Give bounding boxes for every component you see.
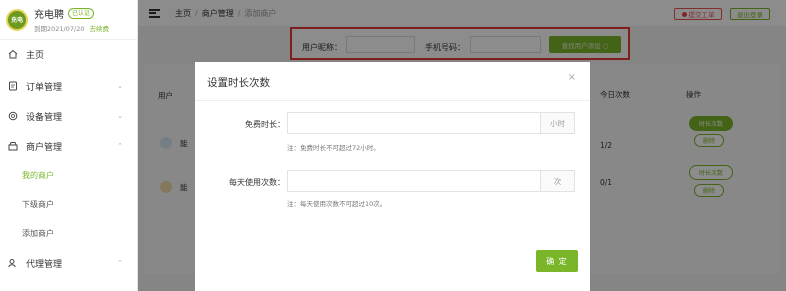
sidebar-item-agents[interactable]: 代理管理 ⌃ — [0, 248, 137, 278]
sidebar-item-label: 订单管理 — [26, 82, 63, 93]
brand-logo: 充电 — [6, 8, 28, 31]
unit-times: 次 — [540, 171, 574, 191]
sidebar-item-orders[interactable]: 订单管理 ⌄ — [0, 71, 137, 101]
sidebar-item-devices[interactable]: 设备管理 ⌄ — [0, 101, 137, 131]
free-duration-input[interactable]: 小时 — [287, 112, 575, 134]
set-duration-count-dialog: 设置时长次数 × 免费时长： 小时 注：免费时长不可超过72小时。 每天使用次数… — [195, 62, 590, 291]
chevron-down-icon: ⌄ — [117, 112, 123, 120]
chevron-up-icon: ⌃ — [117, 142, 123, 150]
dialog-title: 设置时长次数 — [207, 77, 270, 89]
brand-header: 充电 充电聘 已认证 到期2021/07/20 去续费 — [0, 0, 137, 40]
sidebar: 充电 充电聘 已认证 到期2021/07/20 去续费 主页 订单管理 ⌄ 设备… — [0, 0, 138, 291]
sidebar-subitem-sub-merchants[interactable]: 下级商户 — [0, 190, 137, 219]
verified-badge: 已认证 — [68, 8, 95, 19]
daily-count-label: 每天使用次数： — [229, 178, 285, 187]
dialog-divider — [195, 100, 590, 101]
chevron-up-icon: ⌃ — [117, 259, 123, 267]
confirm-button[interactable]: 确 定 — [536, 250, 578, 272]
daily-count-note: 注：每天使用次数不可超过10次。 — [287, 200, 387, 208]
device-icon — [8, 111, 18, 121]
sidebar-item-label: 设备管理 — [26, 112, 63, 123]
expiry-date: 到期2021/07/20 — [34, 25, 85, 33]
close-icon[interactable]: × — [568, 72, 576, 83]
agent-icon — [8, 258, 18, 268]
free-duration-note: 注：免费时长不可超过72小时。 — [287, 144, 380, 152]
sidebar-item-label: 主页 — [26, 50, 45, 61]
chevron-down-icon: ⌄ — [117, 82, 123, 90]
sidebar-subitem-my-merchants[interactable]: 我的商户 — [0, 161, 137, 190]
free-duration-label: 免费时长： — [245, 120, 285, 129]
sidebar-subitem-add-merchant[interactable]: 添加商户 — [0, 219, 137, 248]
sidebar-item-label: 代理管理 — [26, 259, 63, 270]
renew-link[interactable]: 去续费 — [90, 25, 110, 33]
unit-hours: 小时 — [540, 113, 574, 133]
sidebar-item-home[interactable]: 主页 — [0, 40, 137, 68]
home-icon — [8, 49, 18, 59]
daily-count-input[interactable]: 次 — [287, 170, 575, 192]
order-icon — [8, 81, 18, 91]
sidebar-item-label: 商户管理 — [26, 142, 63, 153]
merchant-icon — [8, 141, 18, 151]
brand-name: 充电聘 — [34, 10, 64, 21]
sidebar-item-merchants[interactable]: 商户管理 ⌃ — [0, 131, 137, 161]
